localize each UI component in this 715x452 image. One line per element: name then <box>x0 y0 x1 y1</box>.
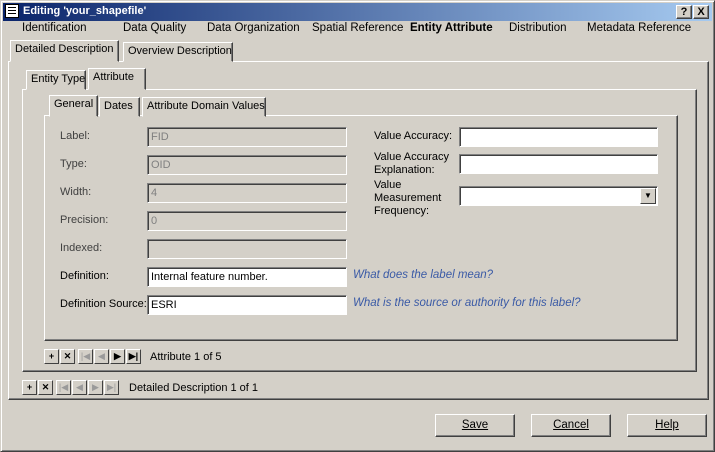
add-attribute-button[interactable]: + <box>44 349 59 364</box>
precision-field: 0 <box>147 211 347 231</box>
last-description-icon[interactable]: ▶| <box>104 380 119 395</box>
indexed-label: Indexed: <box>60 242 103 254</box>
definition-input[interactable]: Internal feature number. <box>147 267 347 287</box>
definition-label: Definition: <box>60 270 109 282</box>
value-measurement-frequency-label-line2: Measurement <box>374 192 442 204</box>
close-window-button[interactable]: X <box>693 5 709 19</box>
tab-attribute-domain-values[interactable]: Attribute Domain Values <box>142 97 266 117</box>
next-attribute-icon[interactable]: ▶ <box>110 349 125 364</box>
tab-spatial-reference[interactable]: Spatial Reference <box>312 22 403 34</box>
tab-data-quality[interactable]: Data Quality <box>123 22 186 34</box>
next-description-icon[interactable]: ▶ <box>88 380 103 395</box>
delete-description-button[interactable]: ✕ <box>38 380 53 395</box>
definition-source-hint: What is the source or authority for this… <box>353 297 581 309</box>
tab-metadata-reference[interactable]: Metadata Reference <box>587 22 691 34</box>
help-titlebar-button[interactable]: ? <box>676 5 692 19</box>
value-measurement-frequency-select[interactable]: ▼ <box>459 186 658 206</box>
last-attribute-icon[interactable]: ▶| <box>126 349 141 364</box>
value-measurement-frequency-label: Value Measurement Frequency: <box>374 179 441 218</box>
tab-attribute[interactable]: Attribute <box>88 68 146 90</box>
tab-detailed-description[interactable]: Detailed Description <box>10 40 119 62</box>
width-label: Width: <box>60 186 92 198</box>
tab-entity-type[interactable]: Entity Type <box>26 70 86 90</box>
value-accuracy-explanation-label-line1: Value Accuracy <box>374 151 450 163</box>
width-field: 4 <box>147 183 347 203</box>
indexed-field <box>147 239 347 259</box>
add-description-button[interactable]: + <box>22 380 37 395</box>
type-label: Type: <box>60 158 87 170</box>
window-title: Editing 'your_shapefile' <box>23 5 147 17</box>
label-label: Label: <box>60 130 90 142</box>
tab-distribution[interactable]: Distribution <box>509 22 567 34</box>
tab-general[interactable]: General <box>49 95 98 117</box>
precision-label: Precision: <box>60 214 109 226</box>
help-button[interactable]: Help <box>627 414 707 437</box>
first-description-icon[interactable]: |◀ <box>56 380 71 395</box>
tab-entity-attribute[interactable]: Entity Attribute <box>410 22 493 34</box>
previous-attribute-icon[interactable]: ◀ <box>94 349 109 364</box>
previous-description-icon[interactable]: ◀ <box>72 380 87 395</box>
description-nav-status: Detailed Description 1 of 1 <box>129 382 259 394</box>
cancel-button[interactable]: Cancel <box>531 414 611 437</box>
tab-overview-description[interactable]: Overview Description <box>123 42 233 62</box>
value-accuracy-label: Value Accuracy: <box>374 130 453 142</box>
tab-dates[interactable]: Dates <box>99 97 140 117</box>
delete-attribute-button[interactable]: ✕ <box>60 349 75 364</box>
save-button[interactable]: Save <box>435 414 515 437</box>
first-attribute-icon[interactable]: |◀ <box>78 349 93 364</box>
value-measurement-frequency-label-line3: Frequency: <box>374 205 430 217</box>
type-field: OID <box>147 155 347 175</box>
definition-hint: What does the label mean? <box>353 269 494 281</box>
label-field: FID <box>147 127 347 147</box>
definition-source-label: Definition Source: <box>60 298 147 310</box>
value-accuracy-explanation-label-line2: Explanation: <box>374 164 435 176</box>
attribute-nav-status: Attribute 1 of 5 <box>150 351 222 363</box>
tab-data-organization[interactable]: Data Organization <box>207 22 300 34</box>
definition-source-input[interactable]: ESRI <box>147 295 347 315</box>
chevron-down-icon[interactable]: ▼ <box>640 188 656 204</box>
value-measurement-frequency-label-line1: Value <box>374 179 402 191</box>
document-icon <box>5 4 19 18</box>
tab-identification[interactable]: Identification <box>22 22 87 34</box>
value-accuracy-input[interactable] <box>459 127 658 147</box>
value-accuracy-explanation-label: Value Accuracy Explanation: <box>374 151 449 177</box>
value-accuracy-explanation-input[interactable] <box>459 154 658 174</box>
